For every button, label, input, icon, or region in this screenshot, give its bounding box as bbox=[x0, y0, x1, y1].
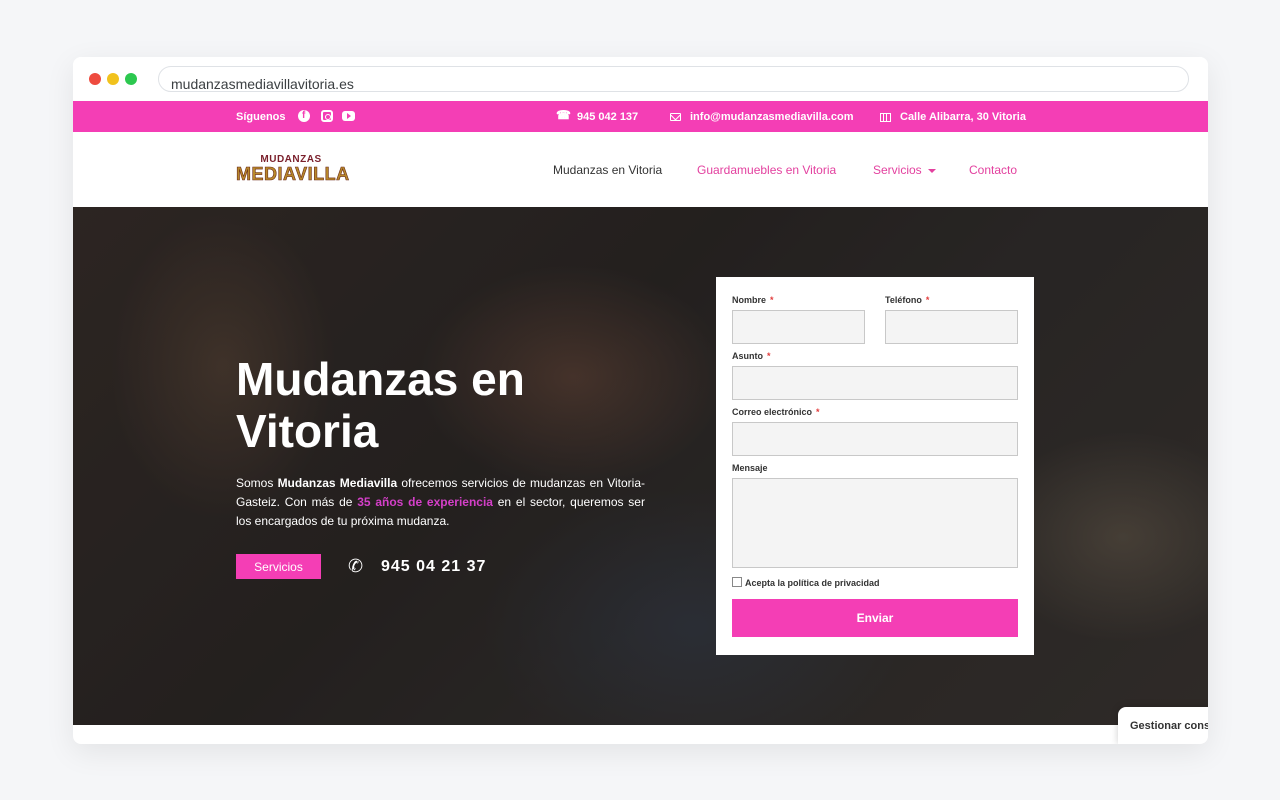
nav-mudanzas-vitoria[interactable]: Mudanzas en Vitoria bbox=[553, 163, 662, 177]
nav-servicios[interactable]: Servicios bbox=[873, 163, 936, 177]
privacy-checkbox[interactable] bbox=[732, 577, 742, 587]
phone-call-icon: ✆ bbox=[348, 556, 364, 576]
phone-label: Teléfono * bbox=[885, 295, 930, 305]
close-window-dot[interactable] bbox=[89, 73, 101, 85]
message-label: Mensaje bbox=[732, 463, 768, 473]
browser-chrome: mudanzasmediavillavitoria.es bbox=[73, 57, 1208, 101]
follow-label: Síguenos bbox=[236, 111, 286, 123]
hero-phone-number[interactable]: 945 04 21 37 bbox=[381, 558, 486, 576]
instagram-icon[interactable] bbox=[321, 110, 333, 122]
hero-background-image bbox=[73, 207, 1208, 725]
maximize-window-dot[interactable] bbox=[125, 73, 137, 85]
nav-contacto[interactable]: Contacto bbox=[969, 163, 1017, 177]
submit-button[interactable]: Enviar bbox=[732, 599, 1018, 637]
contact-form: Nombre * Teléfono * Asunto * Correo electró… bbox=[716, 277, 1034, 655]
youtube-icon[interactable] bbox=[342, 111, 355, 121]
email-field[interactable] bbox=[732, 422, 1018, 456]
subject-label: Asunto * bbox=[732, 351, 771, 361]
logo-bottom-text: MEDIAVILLA bbox=[236, 164, 350, 184]
topbar-address-text: Calle Alibarra, 30 Vitoria bbox=[900, 111, 1026, 123]
topbar-email[interactable]: info@mudanzasmediavilla.com bbox=[670, 110, 854, 124]
message-textarea[interactable] bbox=[732, 478, 1018, 568]
hero-section: Mudanzas en Vitoria Somos Mudanzas Media… bbox=[73, 207, 1208, 725]
facebook-icon[interactable] bbox=[298, 110, 310, 122]
topbar-phone[interactable]: 945 042 137 bbox=[556, 108, 639, 124]
map-icon bbox=[880, 112, 891, 122]
phone-field[interactable] bbox=[885, 310, 1018, 344]
nav-guardamuebles[interactable]: Guardamuebles en Vitoria bbox=[697, 163, 836, 177]
site-header: MUDANZAS MEDIAVILLA Mudanzas en Vitoria … bbox=[73, 132, 1208, 207]
envelope-icon bbox=[670, 113, 681, 121]
top-contact-bar: Síguenos 945 042 137 info@mudanzasmediav… bbox=[73, 101, 1208, 132]
hero-title: Mudanzas en Vitoria bbox=[236, 353, 525, 457]
minimize-window-dot[interactable] bbox=[107, 73, 119, 85]
name-label: Nombre * bbox=[732, 295, 774, 305]
topbar-address: Calle Alibarra, 30 Vitoria bbox=[880, 110, 1026, 124]
name-field[interactable] bbox=[732, 310, 865, 344]
topbar-phone-text: 945 042 137 bbox=[577, 111, 639, 123]
services-button[interactable]: Servicios bbox=[236, 554, 321, 579]
cookie-consent-tab[interactable]: Gestionar consentimiento bbox=[1118, 707, 1208, 744]
phone-icon bbox=[556, 108, 571, 123]
privacy-label[interactable]: Acepta la política de privacidad bbox=[745, 578, 880, 588]
site-logo[interactable]: MUDANZAS MEDIAVILLA bbox=[236, 154, 350, 184]
topbar-email-text: info@mudanzasmediavilla.com bbox=[690, 111, 854, 123]
subject-field[interactable] bbox=[732, 366, 1018, 400]
chevron-down-icon bbox=[927, 168, 936, 173]
email-label: Correo electrónico * bbox=[732, 407, 820, 417]
nav-servicios-label: Servicios bbox=[873, 163, 922, 177]
address-bar[interactable]: mudanzasmediavillavitoria.es bbox=[158, 66, 1189, 92]
hero-description: Somos Mudanzas Mediavilla ofrecemos serv… bbox=[236, 476, 645, 528]
browser-window: mudanzasmediavillavitoria.es Síguenos 94… bbox=[73, 57, 1208, 744]
